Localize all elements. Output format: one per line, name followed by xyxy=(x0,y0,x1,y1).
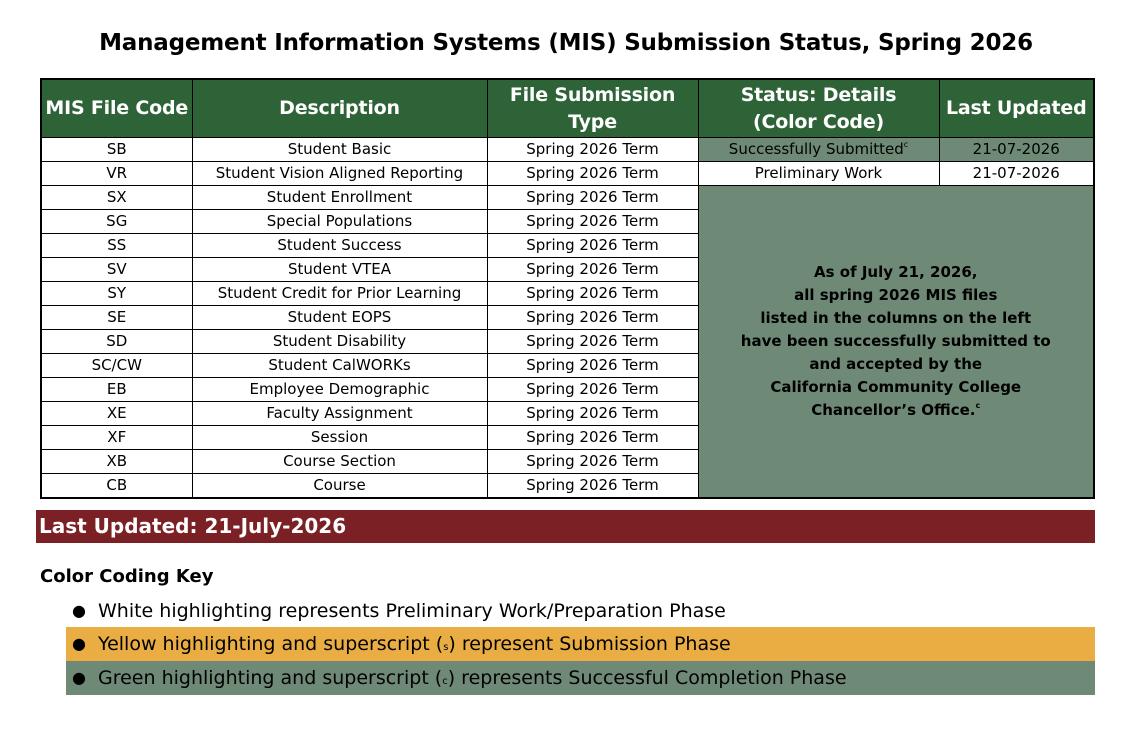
key-text: Green highlighting and superscript (c) r… xyxy=(98,661,847,699)
cell-last-updated: 21-07-2026 xyxy=(938,137,1095,162)
note-line: have been successfully submitted to xyxy=(740,332,1051,350)
header-description: Description xyxy=(191,78,488,138)
cell-type: Spring 2026 Term xyxy=(486,185,699,210)
color-key-green: ● Green highlighting and superscript (c)… xyxy=(66,661,1095,695)
note-line: all spring 2026 MIS files xyxy=(794,286,998,304)
page-title: Management Information Systems (MIS) Sub… xyxy=(99,30,1033,56)
bullet-icon: ● xyxy=(72,634,86,653)
cell-code: SX xyxy=(40,185,193,210)
cell-type: Spring 2026 Term xyxy=(486,281,699,306)
header-type-line2: Type xyxy=(568,110,617,133)
cell-description: Student Credit for Prior Learning xyxy=(191,281,488,306)
cell-code: XB xyxy=(40,449,193,474)
cell-type: Spring 2026 Term xyxy=(486,209,699,234)
color-key-white: ● White highlighting represents Prelimin… xyxy=(66,594,1095,628)
cell-code: XE xyxy=(40,401,193,426)
cell-description: Student Disability xyxy=(191,329,488,354)
note-line: and accepted by the xyxy=(809,355,983,373)
header-status-details: Status: Details (Color Code) xyxy=(697,78,940,138)
table-header-row: MIS File Code Description File Submissio… xyxy=(40,78,1095,138)
table-row: SX Student Enrollment Spring 2026 Term A… xyxy=(40,185,1095,499)
cell-code: SS xyxy=(40,233,193,258)
cell-description: Student CalWORKs xyxy=(191,353,488,378)
cell-code: SB xyxy=(40,137,193,162)
header-status-line1: Status: Details xyxy=(740,83,897,106)
cell-type: Spring 2026 Term xyxy=(486,449,699,474)
cell-description: Course xyxy=(191,473,488,499)
key-text-before: White highlighting represents Preliminar… xyxy=(98,600,726,622)
table-row: VR Student Vision Aligned Reporting Spri… xyxy=(40,161,1095,186)
bullet-icon: ● xyxy=(72,601,86,620)
key-text: Yellow highlighting and superscript (s) … xyxy=(98,627,731,665)
key-text-after: ) represents Successful Completion Phase xyxy=(447,667,847,689)
cell-description: Student Basic xyxy=(191,137,488,162)
cell-description: Course Section xyxy=(191,449,488,474)
cell-code: SG xyxy=(40,209,193,234)
cell-type: Spring 2026 Term xyxy=(486,305,699,330)
merged-status-note: As of July 21, 2026, all spring 2026 MIS… xyxy=(697,185,1095,499)
cell-description: Session xyxy=(191,425,488,450)
note-superscript: c xyxy=(975,401,981,410)
cell-description: Student EOPS xyxy=(191,305,488,330)
cell-code: SY xyxy=(40,281,193,306)
cell-type: Spring 2026 Term xyxy=(486,353,699,378)
cell-code: SC/CW xyxy=(40,353,193,378)
status-text: Successfully Submitted xyxy=(728,140,904,158)
header-mis-file-code: MIS File Code xyxy=(40,78,193,138)
header-type-line1: File Submission xyxy=(509,83,676,106)
cell-description: Employee Demographic xyxy=(191,377,488,402)
cell-type: Spring 2026 Term xyxy=(486,377,699,402)
cell-type: Spring 2026 Term xyxy=(486,473,699,499)
cell-code: CB xyxy=(40,473,193,499)
color-key-yellow: ● Yellow highlighting and superscript (s… xyxy=(66,627,1095,661)
status-superscript: c xyxy=(903,140,909,149)
cell-code: SV xyxy=(40,257,193,282)
cell-type: Spring 2026 Term xyxy=(486,233,699,258)
key-text: White highlighting represents Preliminar… xyxy=(98,594,726,628)
cell-code: XF xyxy=(40,425,193,450)
note-line: Chancellor’s Office. xyxy=(811,401,976,419)
header-file-submission-type: File Submission Type xyxy=(486,78,699,138)
last-updated-bar: Last Updated: 21-July-2026 xyxy=(36,510,1095,543)
cell-description: Special Populations xyxy=(191,209,488,234)
cell-type: Spring 2026 Term xyxy=(486,137,699,162)
cell-type: Spring 2026 Term xyxy=(486,401,699,426)
cell-type: Spring 2026 Term xyxy=(486,161,699,186)
note-line: listed in the columns on the left xyxy=(760,309,1032,327)
header-status-line2: (Color Code) xyxy=(753,110,884,133)
cell-description: Faculty Assignment xyxy=(191,401,488,426)
key-text-after: ) represent Submission Phase xyxy=(448,633,731,655)
cell-code: VR xyxy=(40,161,193,186)
cell-description: Student Vision Aligned Reporting xyxy=(191,161,488,186)
cell-last-updated: 21-07-2026 xyxy=(938,161,1095,186)
color-key-title: Color Coding Key xyxy=(40,566,214,587)
cell-status-preliminary: Preliminary Work xyxy=(697,161,940,186)
cell-type: Spring 2026 Term xyxy=(486,257,699,282)
table-row: SB Student Basic Spring 2026 Term Succes… xyxy=(40,137,1095,162)
note-line: California Community College xyxy=(770,378,1022,396)
mis-status-table: MIS File Code Description File Submissio… xyxy=(40,78,1095,499)
bullet-icon: ● xyxy=(72,668,86,687)
cell-type: Spring 2026 Term xyxy=(486,425,699,450)
cell-type: Spring 2026 Term xyxy=(486,329,699,354)
cell-description: Student Enrollment xyxy=(191,185,488,210)
note-line: As of July 21, 2026, xyxy=(814,263,978,281)
cell-status-submitted: Successfully Submittedc xyxy=(697,137,940,162)
note-line-last: Chancellor’s Office.c xyxy=(699,399,1093,422)
header-last-updated: Last Updated xyxy=(938,78,1095,138)
cell-description: Student Success xyxy=(191,233,488,258)
cell-description: Student VTEA xyxy=(191,257,488,282)
key-text-before: Green highlighting and superscript ( xyxy=(98,667,443,689)
cell-code: SD xyxy=(40,329,193,354)
cell-code: SE xyxy=(40,305,193,330)
cell-code: EB xyxy=(40,377,193,402)
key-text-before: Yellow highlighting and superscript ( xyxy=(98,633,444,655)
